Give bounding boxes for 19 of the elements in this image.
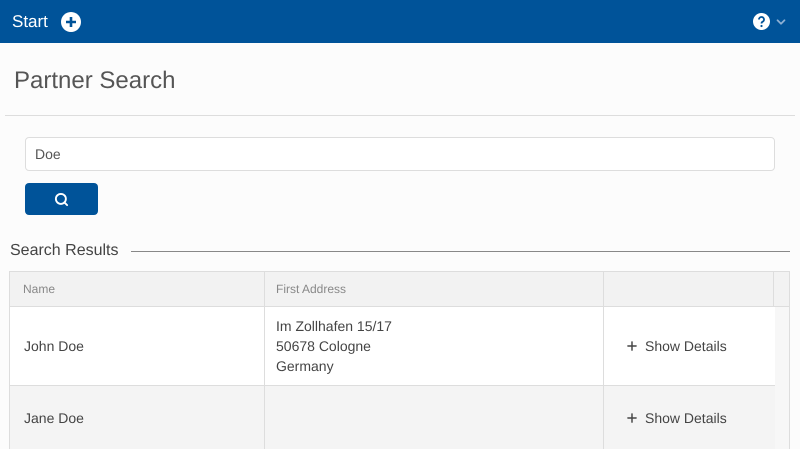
- show-details-link[interactable]: Show Details: [625, 336, 727, 356]
- start-title[interactable]: Start: [12, 8, 48, 34]
- address-line: 50678 Cologne: [276, 337, 372, 356]
- address-line: Germany: [276, 357, 335, 376]
- column-header: Name: [10, 272, 265, 306]
- address-line: Im Zollhafen 15/17: [276, 317, 393, 336]
- show-details-link[interactable]: Show Details: [625, 408, 727, 428]
- column-header: First Address: [265, 272, 604, 306]
- name-cell-text: Jane Doe: [24, 408, 84, 428]
- plus-icon: [625, 411, 639, 425]
- help-icon[interactable]: [753, 13, 770, 30]
- add-icon[interactable]: [60, 12, 81, 32]
- name-cell-text: John Doe: [24, 336, 84, 356]
- search-button[interactable]: [25, 183, 98, 215]
- page-title: Partner Search: [14, 66, 176, 96]
- search-icon: [54, 192, 69, 206]
- plus-icon: [625, 339, 639, 353]
- search-field[interactable]: Doe: [25, 137, 775, 171]
- section-title: Search Results: [10, 241, 118, 261]
